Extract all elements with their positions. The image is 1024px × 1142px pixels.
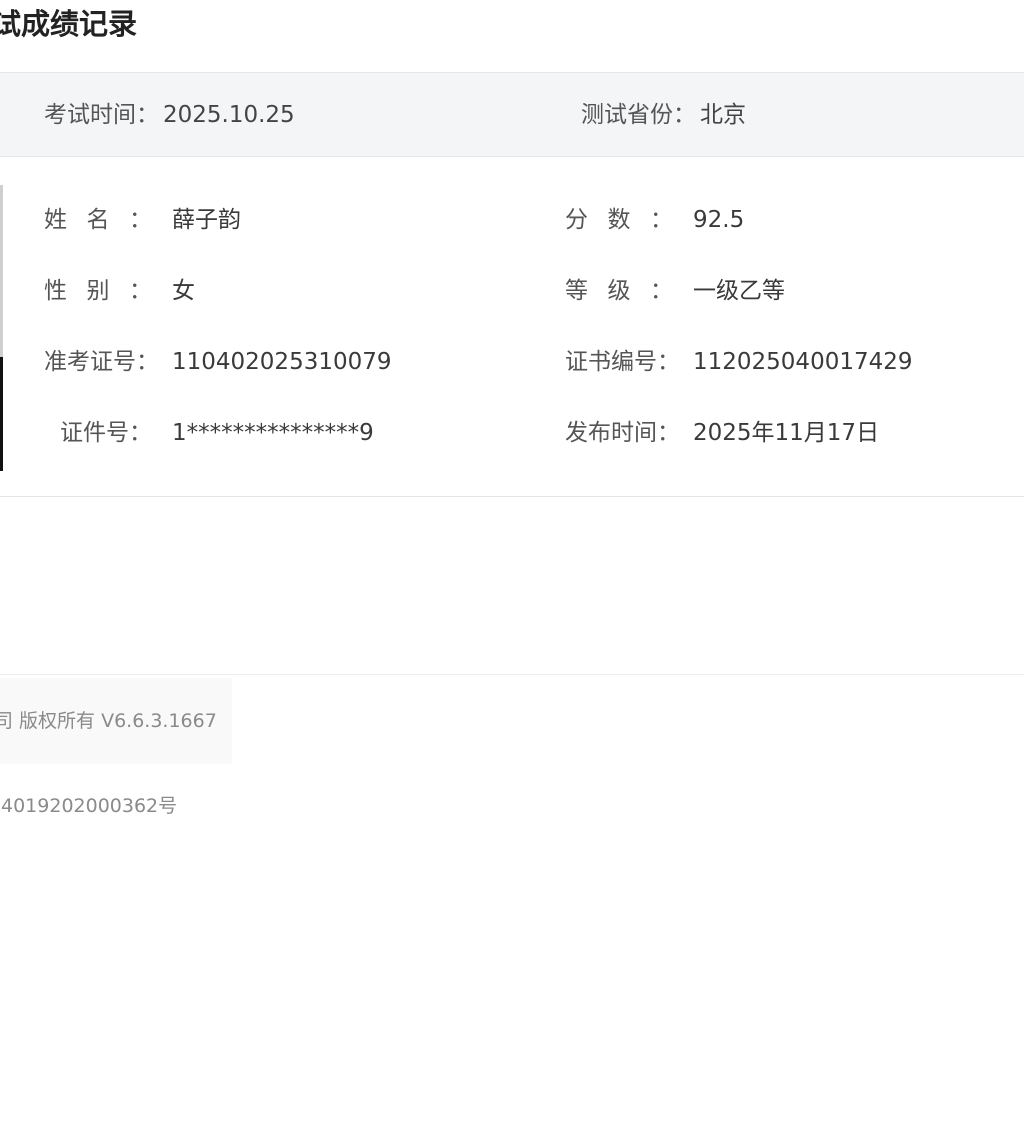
exam-province: 测试省份： 北京: [581, 73, 746, 158]
publish-label: 发布时间：: [565, 420, 680, 446]
cert-value: 112025040017429: [693, 349, 913, 375]
exam-province-label: 测试省份：: [581, 102, 696, 128]
exam-time-label: 考试时间：: [44, 102, 159, 128]
icp-link[interactable]: 4019202000362号: [1, 791, 177, 821]
id-label: 证件号：: [60, 420, 152, 446]
gender-field: 性 别 ： 女: [44, 273, 195, 309]
result-card: 姓 名 ： 薛子韵 分 数 ： 92.5 性 别 ： 女 等 级 ： 一级乙等 准考证号…: [0, 157, 1024, 497]
page: 试成绩记录 考试时间： 2025.10.25 测试省份： 北京 姓 名 ： 薛子韵 分…: [0, 0, 1024, 1142]
name-value: 薛子韵: [172, 207, 241, 233]
grade-value: 一级乙等: [693, 278, 785, 304]
id-field: 证件号： 1***************9: [44, 415, 374, 451]
score-field: 分 数 ： 92.5: [565, 202, 744, 238]
grade-label: 等 级 ：: [565, 278, 673, 304]
cert-field: 证书编号： 112025040017429: [565, 344, 913, 380]
footer-divider: [0, 674, 1024, 675]
photo-shadow: [0, 357, 3, 471]
copyright-text: 司 版权所有 V6.6.3.1667: [0, 710, 217, 732]
publish-field: 发布时间： 2025年11月17日: [565, 415, 879, 451]
name-label: 姓 名 ：: [44, 207, 152, 233]
page-title: 试成绩记录: [0, 7, 138, 41]
publish-value: 2025年11月17日: [693, 420, 880, 446]
score-label: 分 数 ：: [565, 207, 673, 233]
ticket-label: 准考证号：: [44, 349, 159, 375]
ticket-value: 110402025310079: [172, 349, 392, 375]
gender-label: 性 别 ：: [44, 278, 152, 304]
cert-label: 证书编号：: [565, 349, 680, 375]
id-value: 1***************9: [172, 420, 374, 446]
grade-field: 等 级 ： 一级乙等: [565, 273, 785, 309]
exam-time-value: 2025.10.25: [163, 102, 295, 128]
ticket-field: 准考证号： 110402025310079: [44, 344, 392, 380]
exam-province-value: 北京: [700, 102, 746, 128]
gender-value: 女: [172, 278, 195, 304]
exam-time: 考试时间： 2025.10.25: [44, 73, 295, 158]
name-field: 姓 名 ： 薛子韵: [44, 202, 241, 238]
exam-info-bar: 考试时间： 2025.10.25 测试省份： 北京: [0, 72, 1024, 157]
score-value: 92.5: [693, 207, 745, 233]
